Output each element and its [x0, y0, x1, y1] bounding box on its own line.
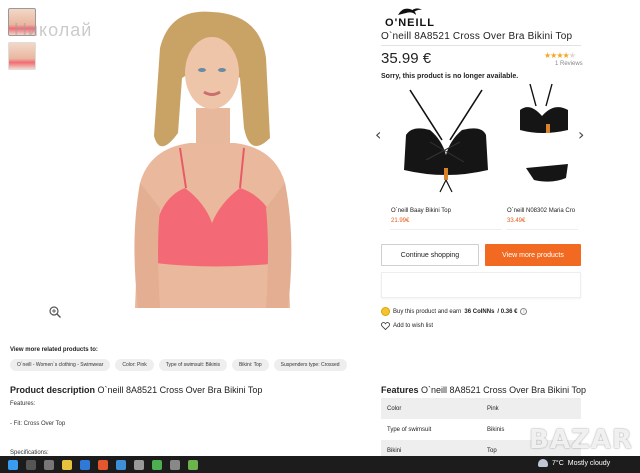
search-icon[interactable] — [26, 459, 36, 470]
fit-line: - Fit: Cross Over Top — [10, 421, 66, 427]
folder-icon[interactable] — [62, 459, 72, 470]
coins-prefix: Buy this product and earn — [393, 308, 462, 315]
description-heading-bold: Product description — [10, 385, 96, 395]
feature-value: Pink — [481, 398, 581, 419]
taskview-icon[interactable] — [44, 459, 54, 470]
availability-message: Sorry, this product is no longer availab… — [381, 73, 519, 80]
temperature: 7°C — [552, 459, 564, 467]
product-title: O`neill 8A8521 Cross Over Bra Bikini Top — [381, 31, 573, 42]
features-heading: Features O`neill 8A8521 Cross Over Bra B… — [381, 385, 586, 395]
star-empty-icon: ★ — [568, 51, 576, 60]
tag-color[interactable]: Color: Pink — [115, 359, 154, 371]
carousel-item-price: 33.49€ — [507, 218, 526, 224]
continue-shopping-button[interactable]: Continue shopping — [381, 244, 479, 266]
app-icon[interactable] — [188, 459, 198, 470]
thumbnail-list — [8, 8, 38, 76]
tag-suspenders[interactable]: Suspenders type: Crossed — [273, 359, 347, 371]
related-heading: View more related products to: — [10, 347, 98, 353]
info-icon[interactable]: i — [520, 308, 528, 315]
description-heading: Product description O`neill 8A8521 Cross… — [10, 385, 262, 395]
firefox-icon[interactable] — [98, 459, 108, 470]
carousel-item[interactable]: O`neill Baay Bikini Top 21.99€ — [390, 80, 502, 230]
coins-offer: Buy this product and earn 36 CoINNs / 0.… — [381, 307, 528, 316]
product-price: 35.99 € — [381, 50, 432, 67]
coin-icon — [381, 307, 390, 316]
chevron-right-icon[interactable]: › — [578, 125, 584, 144]
site-logo-watermark: BAZAR — [529, 425, 633, 455]
carousel-item-name[interactable]: O`neill N08302 Maria Cro — [507, 208, 575, 214]
chrome-icon[interactable] — [152, 459, 162, 470]
thumbnail-2[interactable] — [8, 42, 36, 70]
coins-value: / 0.36 € — [497, 308, 518, 315]
heart-icon — [381, 322, 390, 330]
tag-swimsuit-type[interactable]: Type of swimsuit: Bikinis — [158, 359, 227, 371]
brand-logo[interactable]: O'NEILL — [380, 6, 440, 29]
reviews-link[interactable]: 1 Reviews — [555, 61, 583, 67]
weather-icon — [538, 459, 548, 467]
app-icon[interactable] — [134, 459, 144, 470]
zoom-icon[interactable] — [48, 305, 62, 319]
carousel-item-name[interactable]: O`neill Baay Bikini Top — [391, 208, 451, 214]
app-icon[interactable] — [170, 459, 180, 470]
start-icon[interactable] — [8, 459, 18, 470]
star-icon: ★★★★ — [544, 51, 570, 60]
product-image[interactable] — [120, 8, 300, 308]
taskbar: 7°C Mostly cloudy — [0, 456, 640, 473]
carousel-item-price: 21.99€ — [391, 218, 410, 224]
product-page: { "watermark": "Николай", "brand": { "na… — [0, 0, 640, 473]
brand-name: O'NEILL — [385, 17, 435, 29]
chevron-left-icon[interactable]: ‹ — [375, 125, 381, 144]
description-heading-rest: O`neill 8A8521 Cross Over Bra Bikini Top — [97, 385, 263, 395]
weather-widget[interactable]: 7°C Mostly cloudy — [538, 459, 610, 467]
wishlist-label[interactable]: Add to wish list — [393, 323, 433, 329]
weather-description: Mostly cloudy — [567, 459, 611, 467]
tag-bikini[interactable]: Bikini: Top — [231, 359, 269, 371]
empty-panel — [381, 272, 581, 298]
watermark-text: Николай — [14, 20, 93, 40]
feature-label: Type of swimsuit — [387, 426, 432, 433]
features-heading-rest: O`neill 8A8521 Cross Over Bra Bikini Top — [421, 385, 586, 395]
view-more-products-button[interactable]: View more products — [485, 244, 581, 266]
carousel-item[interactable]: O`neill N08302 Maria Cro 33.49€ — [506, 80, 578, 230]
divider — [381, 45, 581, 46]
tag-category[interactable]: O`neill - Women`s clothing - Swimwear — [10, 359, 111, 371]
related-tags: O`neill - Women`s clothing - Swimwear Co… — [10, 359, 347, 371]
edge-icon[interactable] — [80, 459, 90, 470]
app-icon[interactable] — [116, 459, 126, 470]
add-to-wishlist[interactable]: Add to wish list — [381, 322, 433, 330]
table-row: Color Pink — [381, 398, 581, 419]
rating-stars: ★★★★★ — [544, 51, 576, 60]
features-heading-bold: Features — [381, 385, 419, 395]
coins-amount: 36 CoINNs — [464, 308, 495, 315]
features-label: Features: — [10, 401, 36, 407]
wave-icon — [398, 8, 422, 15]
related-carousel: ‹ O`neill Baay Bikini Top 21.99€ O`neill… — [373, 80, 591, 230]
feature-label: Color — [381, 398, 481, 419]
